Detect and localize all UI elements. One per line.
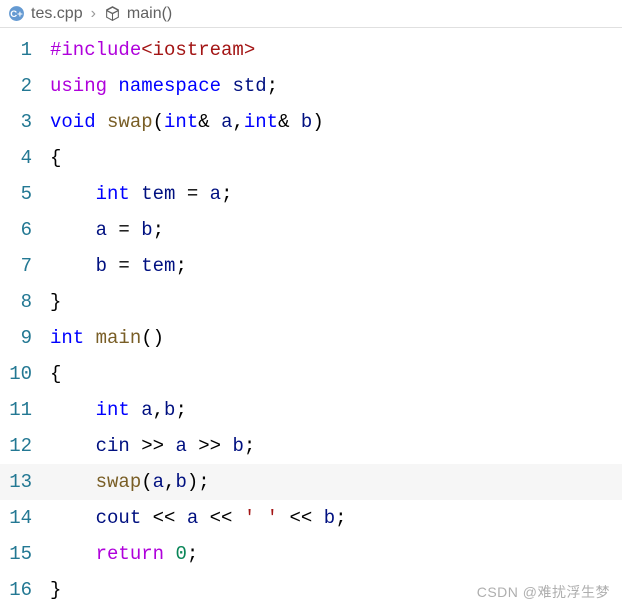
code-line[interactable]: 16 }: [0, 572, 622, 608]
line-number: 2: [0, 68, 50, 104]
svg-text:C+: C+: [10, 9, 23, 20]
code-line[interactable]: 11 int a,b;: [0, 392, 622, 428]
code-content: #include<iostream>: [50, 32, 255, 68]
line-number: 15: [0, 536, 50, 572]
code-content: cin >> a >> b;: [50, 428, 255, 464]
code-content: void swap(int& a,int& b): [50, 104, 324, 140]
line-number: 14: [0, 500, 50, 536]
line-number: 6: [0, 212, 50, 248]
line-number: 7: [0, 248, 50, 284]
code-content: using namespace std;: [50, 68, 278, 104]
line-number: 9: [0, 320, 50, 356]
chevron-right-icon: ›: [89, 5, 98, 23]
code-content: }: [50, 572, 61, 608]
code-line[interactable]: 1 #include<iostream>: [0, 32, 622, 68]
code-line[interactable]: 13 swap(a,b);: [0, 464, 622, 500]
code-line[interactable]: 15 return 0;: [0, 536, 622, 572]
cpp-file-icon: C+: [8, 5, 25, 22]
code-content: {: [50, 356, 61, 392]
code-content: int a,b;: [50, 392, 187, 428]
breadcrumb-symbol[interactable]: main(): [127, 5, 172, 23]
breadcrumb: C+ tes.cpp › main(): [0, 0, 622, 28]
line-number: 16: [0, 572, 50, 608]
code-content: b = tem;: [50, 248, 187, 284]
line-number: 8: [0, 284, 50, 320]
code-line[interactable]: 14 cout << a << ' ' << b;: [0, 500, 622, 536]
code-content: int main(): [50, 320, 164, 356]
code-line[interactable]: 12 cin >> a >> b;: [0, 428, 622, 464]
line-number: 1: [0, 32, 50, 68]
line-number: 4: [0, 140, 50, 176]
code-content: a = b;: [50, 212, 164, 248]
line-number: 13: [0, 464, 50, 500]
line-number: 12: [0, 428, 50, 464]
code-content: return 0;: [50, 536, 198, 572]
code-line[interactable]: 10 {: [0, 356, 622, 392]
code-line[interactable]: 8 }: [0, 284, 622, 320]
code-line[interactable]: 9 int main(): [0, 320, 622, 356]
code-content: {: [50, 140, 61, 176]
line-number: 5: [0, 176, 50, 212]
code-line[interactable]: 4 {: [0, 140, 622, 176]
code-line[interactable]: 2 using namespace std;: [0, 68, 622, 104]
code-line[interactable]: 3 void swap(int& a,int& b): [0, 104, 622, 140]
line-number: 11: [0, 392, 50, 428]
symbol-method-icon: [104, 5, 121, 22]
breadcrumb-file[interactable]: tes.cpp: [31, 5, 83, 23]
code-line[interactable]: 5 int tem = a;: [0, 176, 622, 212]
code-content: int tem = a;: [50, 176, 232, 212]
line-number: 3: [0, 104, 50, 140]
code-content: swap(a,b);: [50, 464, 210, 500]
code-line[interactable]: 7 b = tem;: [0, 248, 622, 284]
code-line[interactable]: 6 a = b;: [0, 212, 622, 248]
code-content: }: [50, 284, 61, 320]
line-number: 10: [0, 356, 50, 392]
code-content: cout << a << ' ' << b;: [50, 500, 347, 536]
code-editor[interactable]: 1 #include<iostream> 2 using namespace s…: [0, 28, 622, 608]
